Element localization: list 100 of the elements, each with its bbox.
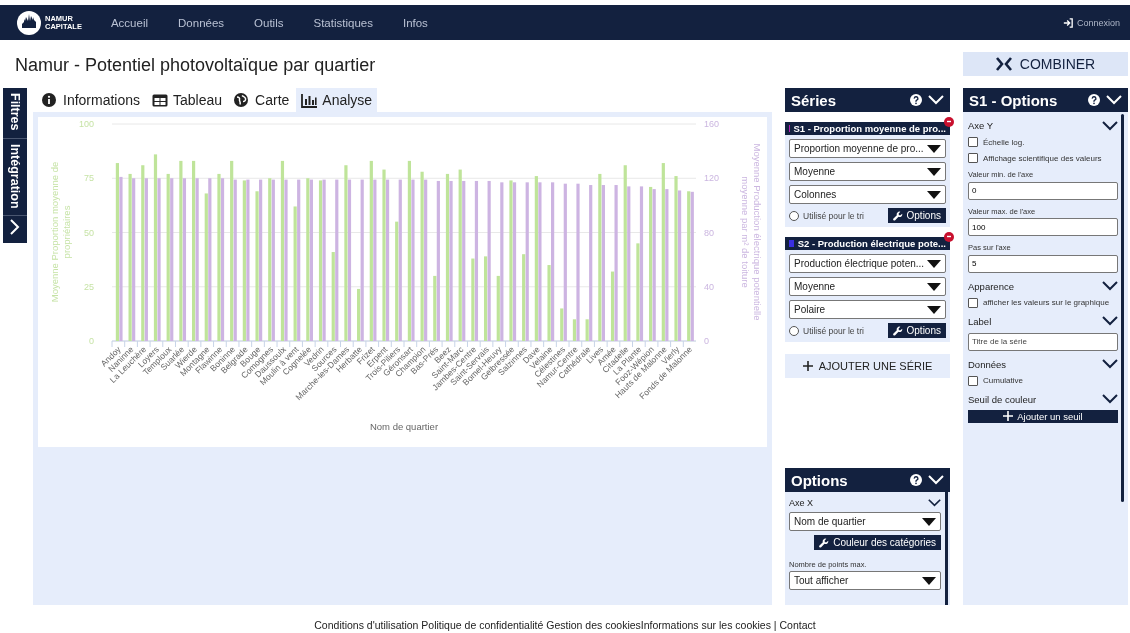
nav-link[interactable]: Infos	[402, 16, 428, 29]
tab[interactable]: Informations	[37, 88, 146, 112]
dropdown[interactable]: Polaire	[789, 300, 946, 319]
options-button[interactable]: Options	[887, 208, 946, 223]
checkbox-label: Échelle log.	[983, 137, 1025, 147]
options-button[interactable]: Options	[887, 323, 946, 338]
axis-tick-label: 100	[78, 119, 94, 129]
chevron-down-icon[interactable]	[1102, 316, 1118, 326]
nav-link[interactable]: Outils	[254, 16, 284, 29]
input-field[interactable]: 5	[968, 254, 1118, 273]
remove-icon[interactable]	[944, 232, 954, 242]
radio-button[interactable]	[789, 210, 799, 221]
panel-title: Options	[791, 471, 849, 489]
section-title: Axe X	[789, 498, 813, 508]
tab[interactable]: Carte	[229, 88, 295, 112]
wrench-icon	[892, 325, 903, 336]
plus-icon	[802, 361, 813, 371]
chevron-down-icon[interactable]	[1102, 394, 1118, 404]
chevron-right-icon[interactable]	[10, 219, 20, 236]
chevron-down-icon[interactable]	[1102, 281, 1118, 291]
info-icon	[42, 92, 58, 108]
dropdown[interactable]: Production électrique poten...	[789, 254, 946, 273]
section-title: Données	[968, 358, 1007, 370]
input-field[interactable]: 100	[968, 218, 1118, 236]
help-icon[interactable]	[910, 94, 922, 106]
checkbox-label: Cumulative	[983, 376, 1023, 385]
checkbox-label: afficher les valeurs sur le graphique	[983, 298, 1110, 307]
dropdown-caret-icon	[922, 517, 936, 526]
wrench-icon	[892, 210, 903, 221]
axis-tick-label: 40	[704, 281, 714, 292]
login-link[interactable]: Connexion	[1076, 17, 1120, 28]
remove-icon[interactable]	[944, 117, 954, 127]
y-axis-title: Moyenne Proportion moyenne de propriétaires	[48, 160, 73, 305]
dropdown-caret-icon	[927, 259, 941, 268]
section-title: Seuil de couleur	[968, 393, 1037, 405]
chevron-down-icon[interactable]	[928, 498, 941, 508]
globe-icon	[234, 92, 251, 108]
chevron-down-icon[interactable]	[1102, 359, 1118, 369]
dropdown[interactable]: Tout afficher	[789, 571, 941, 590]
page-title: Namur - Potentiel photovoltaïque par quartier	[14, 53, 377, 76]
combine-button[interactable]: COMBINER	[963, 52, 1128, 76]
dropdown[interactable]: Colonnes	[789, 185, 946, 204]
dropdown-caret-icon	[927, 167, 941, 176]
radio-label: Utilisé pour le tri	[803, 210, 864, 221]
dropdown[interactable]: Moyenne	[789, 277, 946, 296]
scrollbar[interactable]	[1121, 114, 1124, 502]
add-threshold-button[interactable]: Ajouter un seuil	[968, 409, 1118, 423]
section-title: Axe Y	[968, 120, 994, 131]
checkbox[interactable]	[968, 375, 978, 386]
x-axis-title: Nom de quartier	[369, 421, 439, 432]
radio-button[interactable]	[789, 325, 799, 336]
nav-link[interactable]: Statistiques	[313, 16, 373, 29]
dropdown[interactable]: Moyenne	[789, 162, 946, 181]
side-tab[interactable]: Intégration	[3, 138, 27, 217]
input-field[interactable]: Titre de la série	[968, 332, 1118, 351]
axis-tick-label: 80	[704, 227, 714, 238]
dropdown-caret-icon	[927, 305, 941, 314]
y-axis-title: Moyenne Production électrique potentielle moyenne par m² de toiture	[739, 142, 763, 323]
nav-link[interactable]: Accueil	[110, 16, 149, 29]
dropdown-caret-icon	[927, 144, 941, 153]
arrows-inward-icon	[995, 57, 1012, 71]
plus-icon	[1003, 411, 1014, 421]
help-icon[interactable]	[910, 474, 922, 486]
dropdown[interactable]: Nom de quartier	[789, 512, 941, 531]
dropdown-caret-icon	[927, 282, 941, 291]
radio-label: Utilisé pour le tri	[803, 325, 864, 336]
panel-title: S1 - Options	[969, 91, 1059, 109]
nav-link[interactable]: Données	[178, 16, 225, 29]
dropdown-caret-icon	[927, 190, 941, 199]
checkbox-label: Affichage scientifique des valeurs	[983, 153, 1102, 163]
wrench-icon	[819, 537, 830, 548]
input-field[interactable]: 0	[968, 181, 1118, 200]
table-icon	[152, 92, 169, 108]
chevron-down-icon[interactable]	[1102, 120, 1118, 131]
login-icon	[1062, 17, 1073, 28]
checkbox[interactable]	[968, 297, 978, 308]
dropdown[interactable]: Proportion moyenne de pro...	[789, 139, 946, 158]
axis-tick-label: 120	[704, 173, 720, 184]
category-colors-button[interactable]: Couleur des catégories	[814, 535, 941, 550]
tab[interactable]: Tableau	[147, 88, 228, 112]
checkbox[interactable]	[968, 137, 978, 147]
axis-tick-label: 50	[84, 227, 94, 238]
section-title: Label	[968, 315, 992, 327]
panel-title: Séries	[791, 91, 838, 109]
tab[interactable]: Analyse	[296, 88, 378, 112]
series-title: S1 - Proportion moyenne de pro...	[793, 123, 946, 134]
axis-tick-label: 75	[84, 173, 94, 184]
checkbox[interactable]	[968, 153, 978, 163]
dropdown-caret-icon	[922, 576, 936, 585]
logo-icon[interactable]	[17, 10, 41, 35]
bar-chart-icon	[301, 92, 318, 108]
side-tab[interactable]: Filtres	[3, 88, 27, 139]
axis-tick-label: 0	[704, 336, 709, 346]
axis-tick-label: 160	[704, 119, 720, 129]
help-icon[interactable]	[1088, 94, 1100, 106]
footer-links: Conditions d'utilisation Politique de confidentialité Gestion des cookiesInformations sur les cookies | Contact	[313, 619, 817, 631]
axis-tick-label: 25	[84, 281, 94, 292]
add-series-button[interactable]: AJOUTER UNE SÉRIE	[785, 354, 950, 378]
axis-tick-label: 0	[89, 336, 94, 346]
section-title: Apparence	[968, 280, 1014, 292]
